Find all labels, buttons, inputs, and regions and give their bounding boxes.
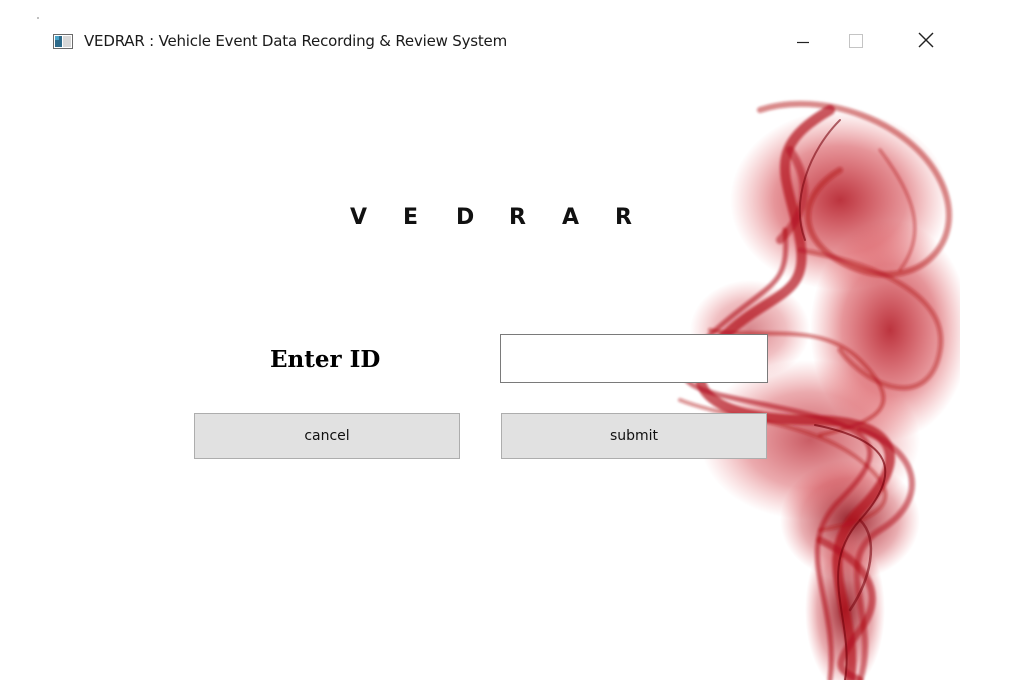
cancel-button[interactable]: cancel bbox=[194, 413, 460, 459]
maximize-button[interactable] bbox=[833, 26, 879, 58]
app-title-letter: V bbox=[350, 205, 368, 230]
app-title: V E D R A R bbox=[350, 205, 668, 230]
close-button[interactable] bbox=[903, 26, 949, 58]
close-icon bbox=[918, 32, 934, 52]
red-smoke-background-image bbox=[678, 100, 960, 680]
app-title-letter: A bbox=[562, 205, 580, 230]
app-title-letter: E bbox=[403, 205, 419, 230]
id-input[interactable] bbox=[500, 334, 768, 383]
maximize-icon bbox=[849, 33, 863, 52]
enter-id-label: Enter ID bbox=[270, 346, 381, 373]
app-window: VEDRAR : Vehicle Event Data Recording & … bbox=[0, 0, 1021, 699]
app-title-letter: R bbox=[509, 205, 526, 230]
minimize-icon bbox=[797, 33, 809, 52]
app-title-letter: R bbox=[615, 205, 632, 230]
app-window-icon bbox=[53, 34, 73, 49]
window-title: VEDRAR : Vehicle Event Data Recording & … bbox=[84, 32, 507, 50]
minimize-button[interactable] bbox=[780, 26, 826, 58]
title-bar-dot bbox=[37, 17, 39, 19]
title-bar[interactable]: VEDRAR : Vehicle Event Data Recording & … bbox=[0, 0, 1021, 80]
app-title-letter: D bbox=[456, 205, 475, 230]
submit-button[interactable]: submit bbox=[501, 413, 767, 459]
